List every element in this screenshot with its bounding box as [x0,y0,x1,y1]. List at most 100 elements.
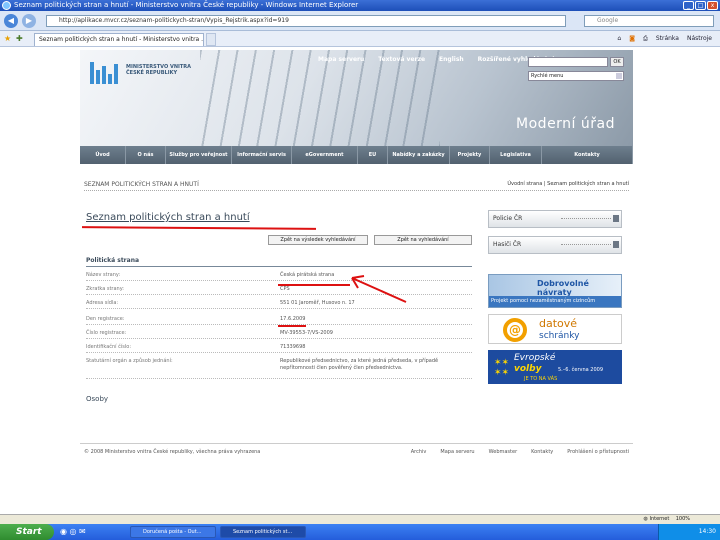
main-nav-item[interactable]: Služby pro veřejnost [166,146,232,164]
footer-link[interactable]: Archiv [411,449,427,455]
detail-row: Identifikační číslo: 71339698 [86,343,472,353]
section-header: Seznam politických stran a hnutí [84,181,199,188]
close-button[interactable]: x [707,1,718,10]
breadcrumb[interactable]: Úvodní strana | Seznam politických stran… [507,181,629,187]
top-nav-item[interactable]: Mapa serveru [318,56,364,63]
taskbar: Start ◉ ◎ ✉ Doručená pošta - Out... Sezn… [0,524,720,540]
banner-european-elections[interactable]: ✶✶ ✶✶ Evropské volby 5.–6. června 2009 JE… [488,350,622,384]
page-menu[interactable]: Stránka [656,33,679,45]
site-footer: © 2008 Ministerstvo vnitra České republi… [80,443,633,457]
top-nav-item[interactable]: Textová verze [378,56,425,63]
detail-label: Název strany: [86,272,121,278]
main-nav-item[interactable]: Úvod [80,146,126,164]
zone-label: Internet [649,516,670,522]
address-toolbar: ◀ ▶ http://aplikace.mvcr.cz/seznam-polit… [0,11,720,31]
detail-value: Republikové předsednictvo, za které jedn… [280,358,439,371]
ad-dates: 5.–6. června 2009 [558,367,604,373]
arrow-icon [613,215,619,222]
favorites-star-icon[interactable]: ★ [4,34,11,43]
banner-graphic [200,50,440,146]
quicklaunch-icons[interactable]: ◉ ◎ ✉ [60,527,86,536]
new-tab-button[interactable] [206,33,216,46]
site-search-input[interactable] [528,57,608,67]
maximize-button[interactable]: □ [695,1,706,10]
start-button[interactable]: Start [0,524,54,540]
system-tray: 14:30 [658,524,720,540]
tab-row: ★ ✚ Seznam politických stran a hnutí - M… [0,31,720,47]
detail-label: Adresa sídla: [86,300,119,306]
footer-link[interactable]: Prohlášení o přístupnosti [567,449,629,455]
sidebar-link-label: Policie ČR [493,215,523,222]
add-favorite-icon[interactable]: ✚ [16,34,23,43]
red-annotation-line [278,284,350,286]
banner-voluntary-returns[interactable]: Dobrovolné návraty Projekt pomoci nezamě… [488,274,622,308]
arrow-icon [613,241,619,248]
red-annotation-line [278,325,306,327]
home-icon[interactable]: ⌂ [617,33,621,45]
detail-row: Statutární orgán a způsob jednání: Repub… [86,357,472,379]
main-nav-item[interactable]: Projekty [450,146,490,164]
persons-heading: Osoby [86,395,109,403]
forward-icon[interactable]: ▶ [22,14,36,28]
eu-stars-icon: ✶✶ ✶✶ [494,358,510,378]
ministry-logo-icon[interactable] [90,62,122,84]
sidebar-link-police[interactable]: Policie ČR [488,210,622,228]
header-line: Seznam politických stran a hnutí Úvodní … [84,181,629,191]
main-nav-item[interactable]: O nás [126,146,166,164]
minimize-button[interactable]: _ [683,1,694,10]
clock[interactable]: 14:30 [699,528,716,535]
page-title: Seznam politických stran a hnutí [86,212,250,223]
top-nav-item[interactable]: English [439,56,464,63]
rss-icon[interactable]: ◙ [629,33,635,45]
back-to-search-button[interactable]: Zpět na vyhledávání [374,235,472,245]
detail-label: Statutární orgán a způsob jednání: [86,358,173,364]
main-nav-item[interactable]: Kontakty [542,146,633,164]
main-nav-item[interactable]: Nabídky a zakázky [388,146,450,164]
sidebar-link-label: Hasiči ČR [493,241,522,248]
main-nav-item[interactable]: eGovernment [292,146,358,164]
detail-label: Den registrace: [86,316,125,322]
logo-text[interactable]: MINISTERSTVO VNITRA ČESKÉ REPUBLIKY [126,64,196,76]
footer-link[interactable]: Mapa serveru [440,449,474,455]
back-to-results-button[interactable]: Zpět na výsledek vyhledávání [268,235,368,245]
detail-row: Název strany: Česká pirátská strana [86,271,472,281]
main-nav-item[interactable]: Legislativa [490,146,542,164]
quick-menu-select[interactable]: Rychlé menu [528,71,624,81]
banner-data-boxes[interactable]: @ datové schránky [488,314,622,344]
address-bar[interactable]: http://aplikace.mvcr.cz/seznam-politicky… [46,15,566,27]
window-title: Seznam politických stran a hnutí - Minis… [14,1,359,9]
main-nav: Úvod O nás Služby pro veřejnost Informač… [80,146,633,164]
detail-value: MV-39553-7/VS-2009 [280,330,333,336]
main-nav-item[interactable]: Informační servis [232,146,292,164]
browser-search-input[interactable]: Google [584,15,714,27]
taskbar-item-browser[interactable]: Seznam politických st... [220,526,306,538]
detail-label: Číslo registrace: [86,330,127,336]
site-search-button[interactable]: OK [610,57,624,67]
banner-slogan: Moderní úřad [516,116,615,132]
footer-link[interactable]: Kontakty [531,449,553,455]
status-bar: ◍ Internet 100% [0,514,720,524]
print-icon[interactable]: ⎙ [643,33,648,45]
tab-active[interactable]: Seznam politických stran a hnutí - Minis… [34,33,204,46]
ad-title: datové [539,317,578,330]
ad-subtitle: Projekt pomoci nezaměstnaným cizincům [489,296,621,307]
tools-menu[interactable]: Nástroje [687,33,712,45]
site-container: MINISTERSTVO VNITRA ČESKÉ REPUBLIKY Mapa… [80,50,633,520]
page-viewport: MINISTERSTVO VNITRA ČESKÉ REPUBLIKY Mapa… [0,47,720,520]
at-sign-icon: @ [503,318,527,342]
taskbar-item-mail[interactable]: Doručená pošta - Out... [130,526,216,538]
ad-subtitle: schránky [539,331,580,341]
ad-tagline: JE TO NA VÁS [524,376,558,382]
back-icon[interactable]: ◀ [4,14,18,28]
red-arrow-annotation [351,275,407,303]
sidebar-link-firefighters[interactable]: Hasiči ČR [488,236,622,254]
detail-heading: Politická strana [86,257,472,267]
ie-icon [2,1,11,10]
detail-label: Identifikační číslo: [86,344,132,350]
detail-row: Zkratka strany: ČPS [86,285,472,295]
footer-link[interactable]: Webmaster [489,449,518,455]
zoom-level[interactable]: 100% [676,516,690,522]
ad-title-2: volby [514,364,542,374]
quick-menu-value: Rychlé menu [531,73,564,79]
main-nav-item[interactable]: EU [358,146,388,164]
